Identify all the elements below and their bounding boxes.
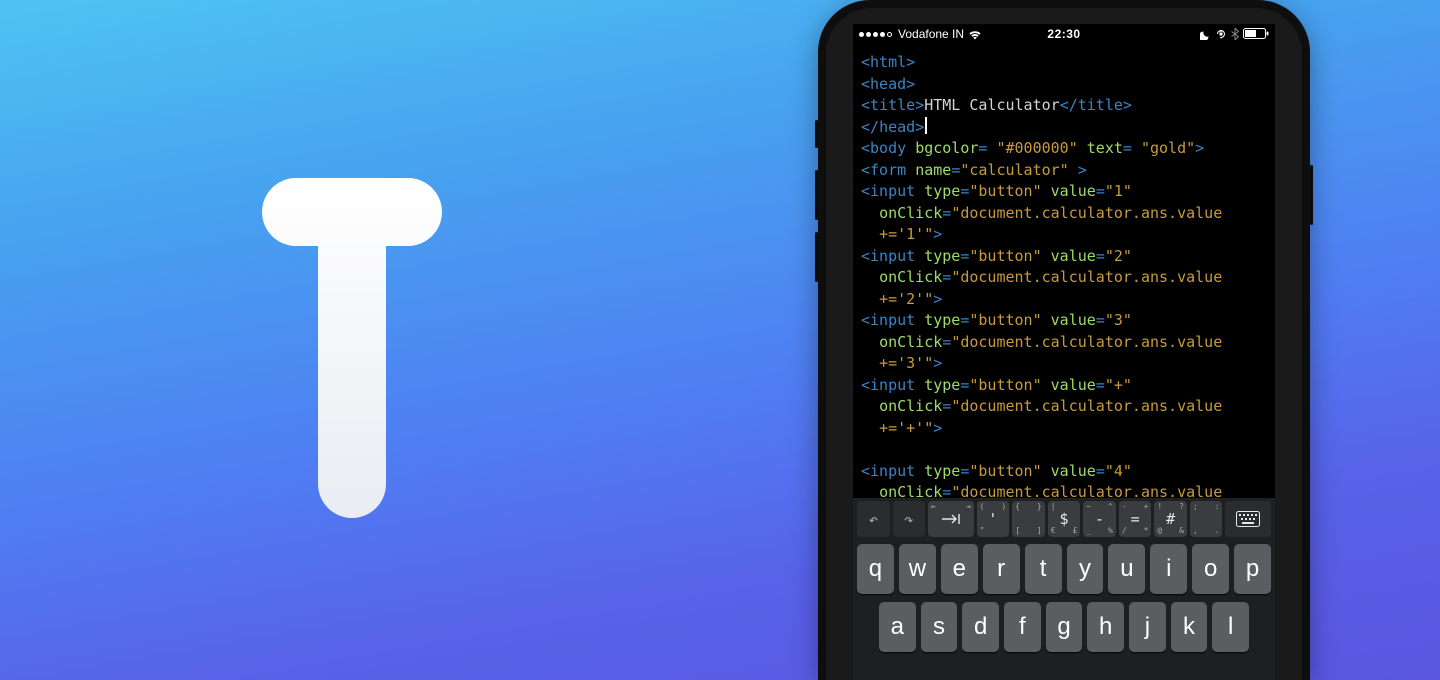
- symbol-key[interactable]: {}[]: [1012, 501, 1045, 537]
- code-editor[interactable]: <html><head><title>HTML Calculator</titl…: [853, 46, 1275, 498]
- key-y[interactable]: y: [1067, 544, 1104, 594]
- symbol-key[interactable]: ()"': [977, 501, 1010, 537]
- phone-volume-up: [815, 170, 818, 220]
- key-d[interactable]: d: [962, 602, 999, 652]
- tab-icon: [940, 513, 962, 525]
- key-w[interactable]: w: [899, 544, 936, 594]
- symbol-key[interactable]: !?@&#: [1154, 501, 1187, 537]
- keyboard-accessory-row: ↶↷⇤⇥()"'{}[]|€£$~^_%--+/*=!?@&#;:,.: [853, 498, 1275, 540]
- keyboard-icon: [1236, 511, 1260, 527]
- phone-volume-down: [815, 232, 818, 282]
- wifi-icon: [968, 29, 982, 40]
- key-o[interactable]: o: [1192, 544, 1229, 594]
- status-bar: Vodafone IN 22:30: [853, 24, 1275, 44]
- phone-frame: Vodafone IN 22:30: [818, 0, 1310, 680]
- key-a[interactable]: a: [879, 602, 916, 652]
- phone-mute-switch: [815, 120, 818, 148]
- battery-icon: [1243, 28, 1269, 40]
- keyboard-toggle-button[interactable]: [1225, 501, 1271, 537]
- keyboard-main-rows: qwertyuiop asdfghjkl: [853, 540, 1275, 680]
- phone-screen: Vodafone IN 22:30: [853, 24, 1275, 680]
- symbol-key[interactable]: ~^_%-: [1083, 501, 1116, 537]
- symbol-key[interactable]: |€£$: [1048, 501, 1081, 537]
- key-g[interactable]: g: [1046, 602, 1083, 652]
- key-i[interactable]: i: [1150, 544, 1187, 594]
- bluetooth-icon: [1231, 28, 1239, 40]
- key-j[interactable]: j: [1129, 602, 1166, 652]
- key-u[interactable]: u: [1108, 544, 1145, 594]
- signal-strength-icon: [859, 32, 892, 37]
- key-l[interactable]: l: [1212, 602, 1249, 652]
- text-cursor: [925, 117, 927, 134]
- app-logo-t: [262, 178, 442, 518]
- key-k[interactable]: k: [1171, 602, 1208, 652]
- key-q[interactable]: q: [857, 544, 894, 594]
- do-not-disturb-icon: [1200, 29, 1211, 40]
- key-r[interactable]: r: [983, 544, 1020, 594]
- key-h[interactable]: h: [1087, 602, 1124, 652]
- tab-key[interactable]: ⇤⇥: [928, 501, 974, 537]
- carrier-label: Vodafone IN: [898, 27, 964, 41]
- undo-button[interactable]: ↶: [857, 501, 890, 537]
- key-s[interactable]: s: [921, 602, 958, 652]
- symbol-key[interactable]: ;:,.: [1190, 501, 1223, 537]
- key-e[interactable]: e: [941, 544, 978, 594]
- redo-button[interactable]: ↷: [893, 501, 926, 537]
- symbol-key[interactable]: -+/*=: [1119, 501, 1152, 537]
- phone-power-button: [1310, 165, 1313, 225]
- key-f[interactable]: f: [1004, 602, 1041, 652]
- key-t[interactable]: t: [1025, 544, 1062, 594]
- orientation-lock-icon: [1215, 28, 1227, 40]
- keyboard: ↶↷⇤⇥()"'{}[]|€£$~^_%--+/*=!?@&#;:,. qwer…: [853, 498, 1275, 680]
- key-p[interactable]: p: [1234, 544, 1271, 594]
